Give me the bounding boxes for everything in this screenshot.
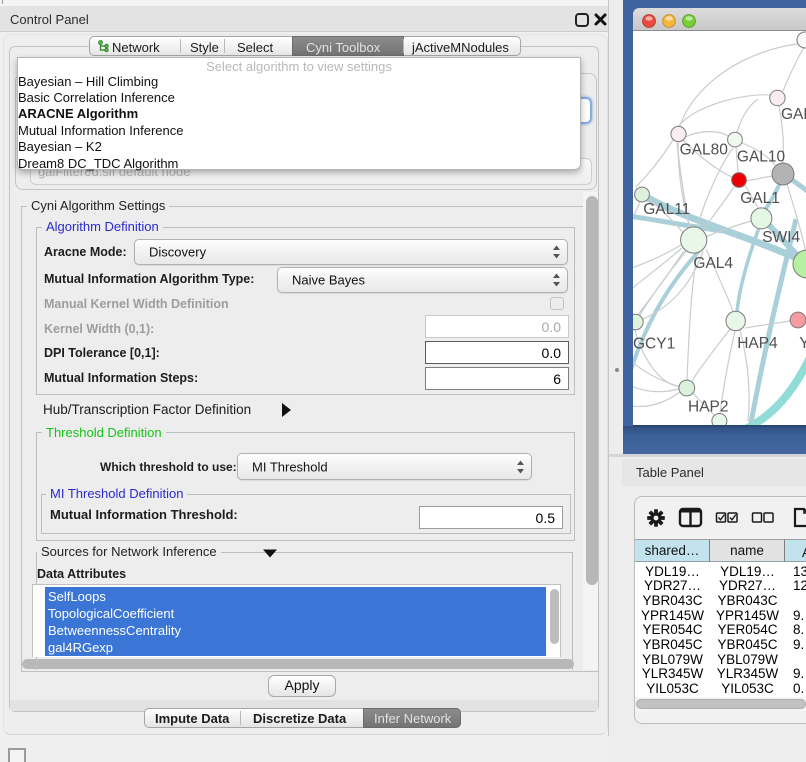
- svg-text:SWI4: SWI4: [762, 229, 800, 246]
- svg-text:HAP2: HAP2: [688, 399, 729, 416]
- svg-text:GAL80: GAL80: [680, 142, 729, 159]
- svg-text:GAL10: GAL10: [737, 149, 786, 166]
- svg-text:GCY1: GCY1: [633, 336, 675, 353]
- svg-text:GAL1: GAL1: [740, 190, 780, 207]
- svg-text:GAL: GAL: [781, 106, 806, 123]
- svg-text:GAL4: GAL4: [693, 255, 733, 272]
- svg-text:HAP4: HAP4: [737, 335, 778, 352]
- svg-text:GAL11: GAL11: [643, 201, 690, 218]
- svg-text:Y: Y: [799, 335, 806, 352]
